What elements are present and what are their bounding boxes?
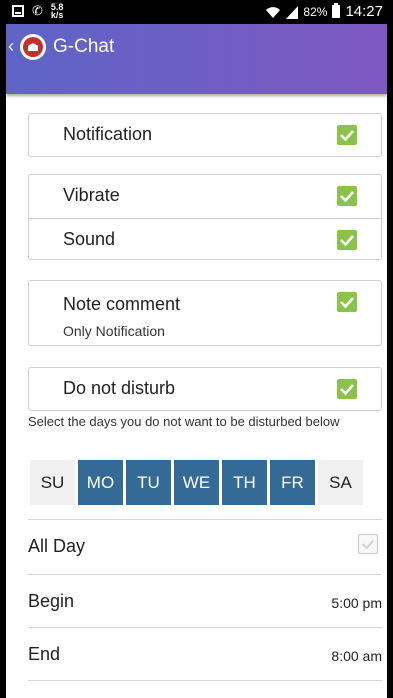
notification-row[interactable]: Notification [29, 114, 381, 157]
end-label: End [28, 644, 61, 664]
check-icon [340, 297, 354, 309]
sound-label: Sound [63, 229, 116, 249]
note-comment-card: Note comment Only Notification [28, 280, 382, 346]
day-mo[interactable]: MO [78, 460, 123, 505]
notification-label: Notification [63, 124, 153, 144]
check-icon [340, 235, 354, 247]
note-comment-sublabel: Only Notification [63, 323, 165, 339]
day-su[interactable]: SU [30, 460, 75, 505]
end-value[interactable]: 8:00 am [331, 648, 382, 664]
day-we[interactable]: WE [174, 460, 219, 505]
screenshot-icon [12, 5, 24, 17]
battery-icon [332, 3, 341, 18]
screen: ✆ 5.8 k/s 82% 14:27 ‹ G-Chat Notificatio… [6, 0, 387, 698]
note-comment-checkbox[interactable] [337, 292, 357, 312]
day-th[interactable]: TH [222, 460, 267, 505]
do-not-disturb-checkbox[interactable] [337, 379, 357, 399]
sound-checkbox[interactable] [337, 230, 357, 250]
vibrate-label: Vibrate [63, 185, 120, 205]
notification-checkbox[interactable] [337, 125, 357, 145]
divider [28, 680, 382, 681]
phone-icon: ✆ [32, 3, 43, 18]
battery-percent: 82% [303, 4, 328, 19]
begin-value[interactable]: 5:00 pm [331, 595, 382, 611]
do-not-disturb-card: Do not disturb [28, 367, 382, 411]
dnd-hint: Select the days you do not want to be di… [28, 414, 340, 429]
vibrate-sound-card: Vibrate Sound [28, 174, 382, 260]
do-not-disturb-row[interactable]: Do not disturb [29, 368, 381, 411]
day-selector: SU MO TU WE TH FR SA [30, 460, 363, 505]
check-icon [340, 384, 354, 396]
check-icon [340, 130, 354, 142]
all-day-label: All Day [28, 536, 86, 556]
do-not-disturb-label: Do not disturb [63, 378, 176, 398]
check-icon [361, 539, 375, 550]
signal-icon [286, 5, 299, 19]
check-icon [340, 191, 354, 203]
sound-row[interactable]: Sound [29, 218, 381, 262]
vibrate-row[interactable]: Vibrate [29, 175, 381, 218]
app-title: G-Chat [53, 36, 115, 57]
back-chevron-icon[interactable]: ‹ [8, 36, 14, 57]
vibrate-checkbox[interactable] [337, 186, 357, 206]
clock: 14:27 [345, 3, 383, 20]
notification-card: Notification [28, 113, 382, 157]
day-sa[interactable]: SA [318, 460, 363, 505]
day-tu[interactable]: TU [126, 460, 171, 505]
day-fr[interactable]: FR [270, 460, 315, 505]
end-row[interactable]: End 8:00 am [28, 627, 382, 679]
note-comment-row[interactable]: Note comment Only Notification [29, 281, 381, 345]
note-comment-label: Note comment [63, 294, 181, 314]
app-logo[interactable] [20, 34, 46, 60]
begin-label: Begin [28, 591, 75, 611]
all-day-row[interactable]: All Day [28, 519, 382, 571]
status-bar: ✆ 5.8 k/s 82% 14:27 [6, 0, 387, 24]
net-speed: 5.8 k/s [50, 3, 64, 20]
app-bar: ‹ G-Chat [6, 24, 387, 94]
wifi-icon [266, 6, 281, 18]
net-speed-unit: k/s [50, 10, 64, 20]
begin-row[interactable]: Begin 5:00 pm [28, 574, 382, 626]
all-day-checkbox[interactable] [358, 534, 378, 554]
bank-icon [23, 37, 43, 57]
